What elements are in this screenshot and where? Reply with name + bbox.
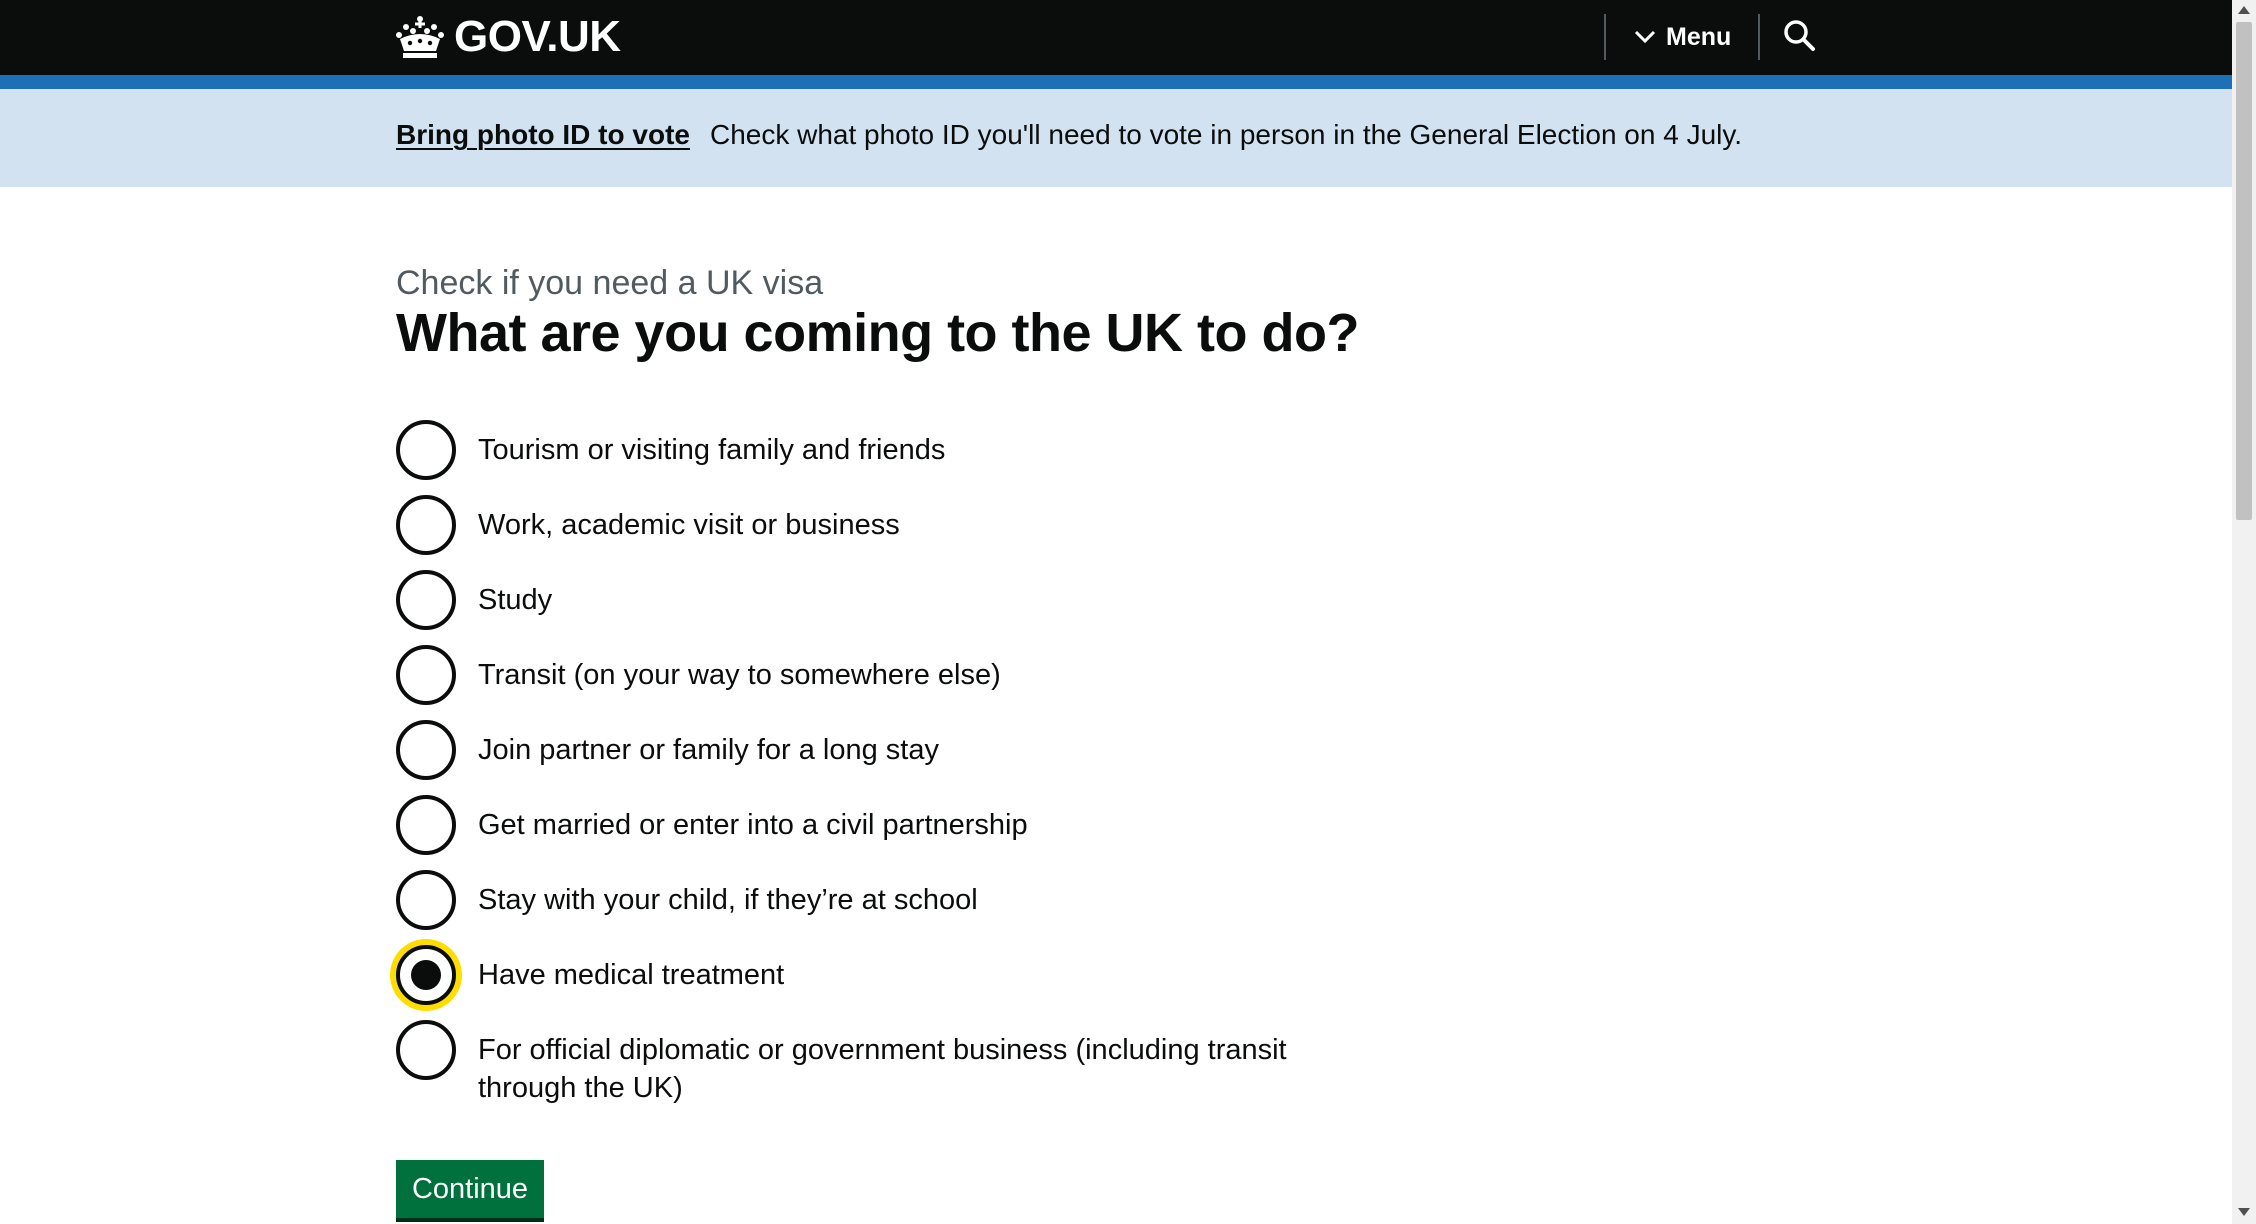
menu-label: Menu [1666,22,1732,51]
radio-label[interactable]: Work, academic visit or business [478,506,1308,544]
radio-button[interactable] [396,495,456,555]
govuk-logo-link[interactable]: GOV.UK [396,8,621,66]
page-caption: Check if you need a UK visa [396,264,824,302]
radio-label[interactable]: Get married or enter into a civil partne… [478,806,1308,844]
site-header: GOV.UK Menu [0,0,2232,75]
radio-label[interactable]: For official diplomatic or government bu… [478,1031,1308,1107]
scroll-up-icon[interactable] [2238,6,2250,14]
radio-button[interactable] [396,645,456,705]
radio-option-study[interactable]: Study [396,570,1308,630]
header-divider [1604,14,1606,60]
radio-option-diplomatic[interactable]: For official diplomatic or government bu… [396,1020,1308,1107]
radio-button[interactable] [396,570,456,630]
radio-button[interactable] [396,795,456,855]
radio-button-selected[interactable] [396,945,456,1005]
radio-label[interactable]: Have medical treatment [478,956,1308,994]
radio-option-tourism[interactable]: Tourism or visiting family and friends [396,420,1308,480]
menu-button[interactable]: Menu [1634,14,1731,60]
scrollbar[interactable] [2232,0,2256,1224]
header-blue-stripe [0,75,2232,89]
radio-button[interactable] [396,870,456,930]
radio-label[interactable]: Tourism or visiting family and friends [478,431,1308,469]
radio-option-join-family[interactable]: Join partner or family for a long stay [396,720,1308,780]
header-divider [1758,14,1760,60]
banner-text: Check what photo ID you'll need to vote … [709,119,1743,150]
scroll-thumb[interactable] [2236,22,2252,520]
photo-id-link[interactable]: Bring photo ID to vote [396,119,690,150]
radio-button[interactable] [396,1020,456,1080]
radio-option-marriage[interactable]: Get married or enter into a civil partne… [396,795,1308,855]
radio-button[interactable] [396,720,456,780]
radio-option-child-school[interactable]: Stay with your child, if they’re at scho… [396,870,1308,930]
scroll-down-icon[interactable] [2238,1208,2250,1216]
logo-text: GOV.UK [454,12,621,61]
radio-label[interactable]: Transit (on your way to somewhere else) [478,656,1308,694]
continue-button[interactable]: Continue [396,1160,544,1218]
crown-icon [396,16,444,58]
banner-content: Bring photo ID to vote Check what photo I… [396,119,1742,151]
search-button[interactable] [1782,18,1818,54]
radio-button[interactable] [396,420,456,480]
radio-option-work[interactable]: Work, academic visit or business [396,495,1308,555]
election-banner: Bring photo ID to vote Check what photo I… [0,89,2232,187]
radio-label[interactable]: Join partner or family for a long stay [478,731,1308,769]
search-icon [1784,20,1815,51]
radio-label[interactable]: Study [478,581,1308,619]
radio-label[interactable]: Stay with your child, if they’re at scho… [478,881,1308,919]
page-title: What are you coming to the UK to do? [396,303,1359,363]
radio-option-transit[interactable]: Transit (on your way to somewhere else) [396,645,1308,705]
chevron-down-icon [1634,30,1656,44]
radio-option-medical[interactable]: Have medical treatment [396,945,1308,1005]
